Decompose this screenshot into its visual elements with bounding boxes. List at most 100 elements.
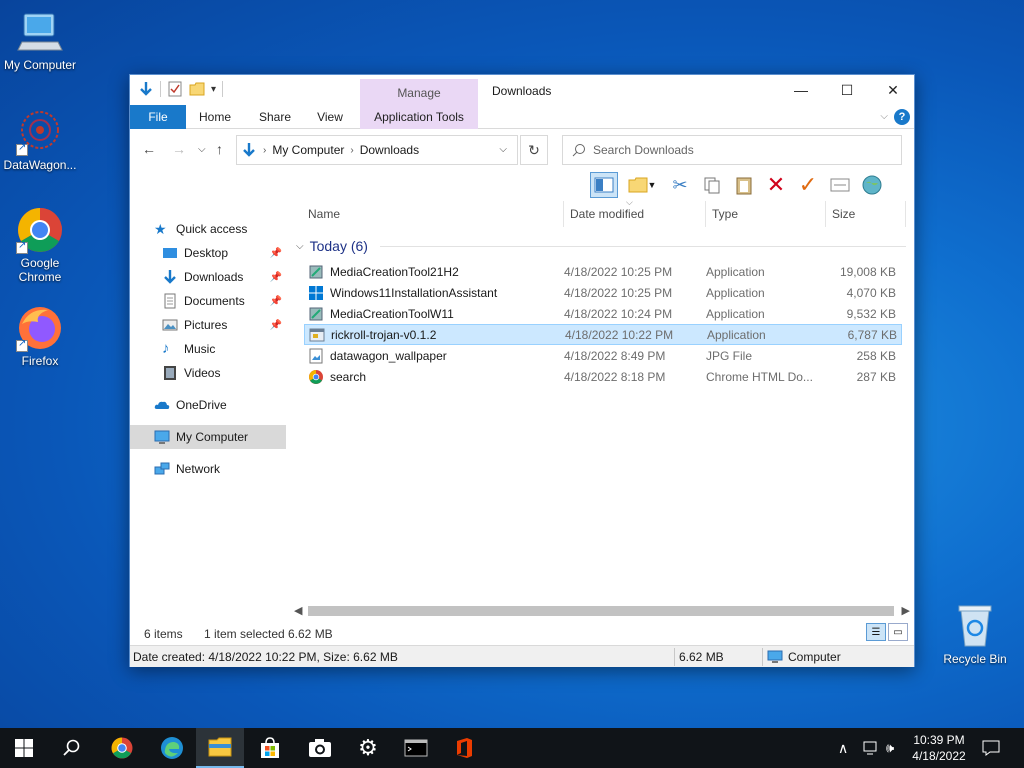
column-header-type[interactable]: Type <box>706 201 826 227</box>
refresh-button[interactable]: ↻ <box>520 135 548 165</box>
file-date: 4/18/2022 10:24 PM <box>564 306 673 321</box>
large-icons-view-button[interactable]: ▭ <box>888 623 908 641</box>
view-options-button[interactable]: ▼ <box>622 172 662 198</box>
taskbar-camera[interactable] <box>296 728 344 768</box>
column-header-name[interactable]: Name <box>302 201 564 227</box>
up-arrow-icon[interactable]: ↑ <box>216 141 223 157</box>
breadcrumb-downloads[interactable]: Downloads <box>360 143 419 157</box>
tab-view[interactable]: View <box>306 105 354 129</box>
paste-button[interactable] <box>730 172 758 198</box>
pin-icon[interactable]: 📌 <box>270 272 282 283</box>
copy-button[interactable] <box>698 172 726 198</box>
taskbar-settings[interactable]: ⚙ <box>344 728 392 768</box>
delete-button[interactable]: ✕ <box>762 172 790 198</box>
nav-item-videos[interactable]: Videos <box>130 361 286 385</box>
tab-application-tools[interactable]: Application Tools <box>360 105 478 129</box>
table-row[interactable]: Windows11InstallationAssistant 4/18/2022… <box>304 282 902 303</box>
customize-quick-access-icon[interactable]: ▾ <box>211 84 216 95</box>
globe-button[interactable] <box>858 172 886 198</box>
table-row[interactable]: search 4/18/2022 8:18 PM Chrome HTML Do.… <box>304 366 902 387</box>
pin-icon[interactable]: 📌 <box>270 248 282 259</box>
nav-item-network[interactable]: Network <box>130 457 286 481</box>
volume-icon[interactable]: 🕪 <box>886 728 894 768</box>
scrollbar-thumb[interactable] <box>308 606 894 616</box>
back-arrow-icon[interactable]: ← <box>142 141 156 157</box>
group-header-today[interactable]: ⌵ Today (6) <box>296 235 906 257</box>
nav-item-music[interactable]: ♪ Music <box>130 337 286 361</box>
nav-item-pictures[interactable]: Pictures 📌 <box>130 313 286 337</box>
command-toolbar: ▼ ✂ ✕ ✓ <box>590 171 886 199</box>
application-icon <box>309 328 325 341</box>
desktop-icon-recycle-bin[interactable]: Recycle Bin <box>935 602 1015 666</box>
taskbar-terminal[interactable] <box>392 728 440 768</box>
rename-button[interactable] <box>826 172 854 198</box>
computer-icon <box>154 430 170 444</box>
pin-icon[interactable]: 📌 <box>270 296 282 307</box>
close-button[interactable]: ✕ <box>870 75 916 105</box>
expand-ribbon-icon[interactable]: ⌵ <box>880 111 888 122</box>
table-row[interactable]: datawagon_wallpaper 4/18/2022 8:49 PM JP… <box>304 345 902 366</box>
taskbar-edge[interactable] <box>148 728 196 768</box>
nav-item-label: Desktop <box>184 246 229 260</box>
details-divider <box>674 648 675 666</box>
system-clock[interactable]: 10:39 PM 4/18/2022 <box>908 732 970 764</box>
cut-button[interactable]: ✂ <box>666 172 694 198</box>
pin-icon[interactable]: 📌 <box>270 320 282 331</box>
scroll-left-icon[interactable]: ◀ <box>294 604 302 617</box>
forward-arrow-icon[interactable]: → <box>172 141 186 157</box>
details-location: Computer <box>788 650 841 664</box>
address-bar[interactable]: › My Computer › Downloads ⌵ <box>236 135 518 165</box>
recent-locations-chevron-icon[interactable]: ⌵ <box>198 144 206 155</box>
show-hidden-icons-chevron-icon[interactable]: ∧ <box>838 728 848 768</box>
tab-file[interactable]: File <box>130 105 186 129</box>
properties-icon[interactable] <box>167 81 183 97</box>
accept-button[interactable]: ✓ <box>794 172 822 198</box>
nav-item-quick-access[interactable]: ★ Quick access <box>130 217 286 241</box>
address-dropdown-icon[interactable]: ⌵ <box>499 144 507 155</box>
taskbar-file-explorer[interactable] <box>196 728 244 768</box>
search-icon <box>63 739 80 756</box>
group-collapse-icon[interactable]: ⌵ <box>296 241 304 252</box>
file-size: 6,787 KB <box>847 327 897 342</box>
search-button[interactable] <box>48 728 96 768</box>
scissors-icon: ✂ <box>672 174 688 195</box>
nav-item-onedrive[interactable]: OneDrive <box>130 393 286 417</box>
nav-item-documents[interactable]: Documents 📌 <box>130 289 286 313</box>
desktop-icon-google-chrome[interactable]: Google Chrome <box>0 206 80 284</box>
scroll-right-icon[interactable]: ▶ <box>902 604 910 617</box>
title-bar[interactable]: ▾ Manage Downloads — ☐ ✕ <box>130 75 916 127</box>
status-bar: 6 items 1 item selected 6.62 MB <box>130 623 914 645</box>
taskbar-chrome[interactable] <box>98 728 146 768</box>
tab-share[interactable]: Share <box>250 105 300 129</box>
notifications-icon[interactable] <box>982 728 1000 768</box>
table-row[interactable]: MediaCreationToolW11 4/18/2022 10:24 PM … <box>304 303 902 324</box>
camera-icon <box>309 739 331 757</box>
details-view-button[interactable]: ☰ <box>866 623 886 641</box>
taskbar-store[interactable] <box>246 728 294 768</box>
preview-pane-button[interactable] <box>590 172 618 198</box>
network-status-icon[interactable] <box>862 728 880 768</box>
search-input[interactable]: Search Downloads <box>562 135 902 165</box>
minimize-button[interactable]: — <box>778 75 824 105</box>
file-type: JPG File <box>706 348 753 363</box>
table-row-selected[interactable]: rickroll-trojan-v0.1.2 4/18/2022 10:22 P… <box>304 324 902 345</box>
desktop-icon-my-computer[interactable]: My Computer <box>0 8 80 72</box>
help-icon[interactable]: ? <box>894 109 910 125</box>
nav-item-downloads[interactable]: Downloads 📌 <box>130 265 286 289</box>
column-header-size[interactable]: Size <box>826 201 906 227</box>
horizontal-scrollbar[interactable]: ◀ ▶ <box>290 603 914 619</box>
table-row[interactable]: MediaCreationTool21H2 4/18/2022 10:25 PM… <box>304 261 902 282</box>
new-folder-icon[interactable] <box>189 81 205 97</box>
group-divider <box>379 245 906 247</box>
start-button[interactable] <box>0 728 48 768</box>
column-header-date-modified[interactable]: Date modified <box>564 201 706 227</box>
desktop-icon-datawagon[interactable]: DataWagon... <box>0 108 80 172</box>
desktop-icon-firefox[interactable]: Firefox <box>0 304 80 368</box>
taskbar-office[interactable] <box>440 728 488 768</box>
tab-home[interactable]: Home <box>190 105 240 129</box>
breadcrumb-my-computer[interactable]: My Computer <box>272 143 344 157</box>
nav-item-my-computer[interactable]: My Computer <box>130 425 286 449</box>
maximize-button[interactable]: ☐ <box>824 75 870 105</box>
nav-item-desktop[interactable]: Desktop 📌 <box>130 241 286 265</box>
downloads-arrow-icon <box>243 143 255 157</box>
